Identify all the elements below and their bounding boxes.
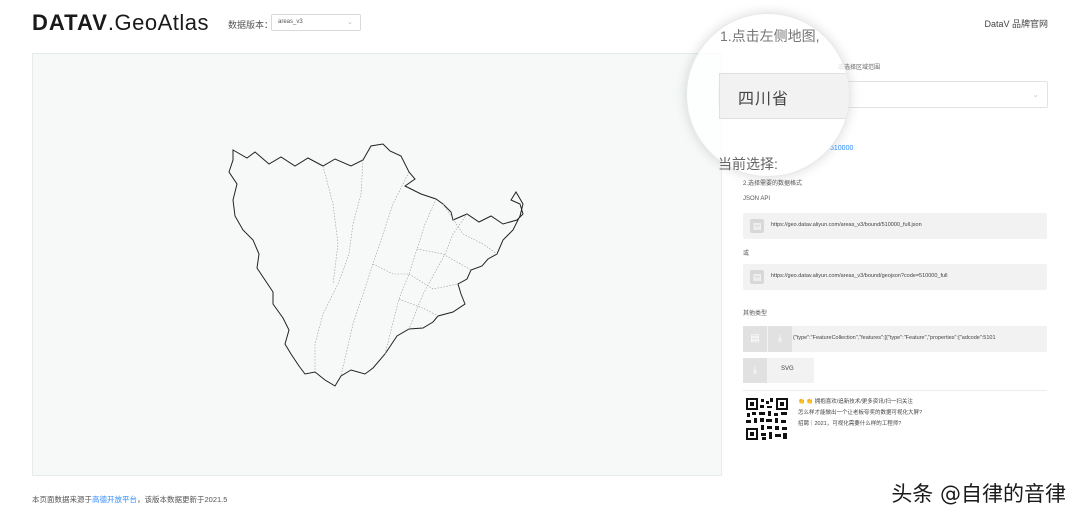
chevron-down-icon: ⌄ (1032, 90, 1039, 99)
json-api-label: JSON API (743, 196, 771, 202)
api-url-2[interactable]: https://geo.datav.aliyun.com/areas_v3/bo… (771, 273, 948, 279)
geojson-preview[interactable]: {"type":"FeatureCollection","features":[… (793, 335, 1045, 341)
divider (743, 390, 1047, 391)
magnified-region-select[interactable]: 四川省 (719, 73, 849, 119)
current-selection-label: 当前选择: (718, 156, 778, 172)
selected-region-text: 四川省 (738, 91, 790, 108)
api-url-row-2[interactable]: ▤ https://geo.datav.aliyun.com/areas_v3/… (743, 264, 1047, 290)
footer-prefix: 本页面数据来源于 (32, 495, 92, 504)
promo-link-2[interactable]: 怎么样才能做出一个让老板夸奖的数据可视化大屏? (798, 408, 922, 416)
download-icon: ⤓ (743, 358, 767, 383)
svg-label: SVG (781, 366, 794, 372)
map-panel[interactable] (32, 53, 722, 476)
file-icon[interactable]: ▤ (750, 270, 764, 284)
region-code-link[interactable]: 510000 (830, 145, 853, 152)
or-label: 或 (743, 251, 750, 257)
prefecture-boundaries (314, 159, 498, 377)
brand-link[interactable]: DataV 品牌官网 (984, 17, 1048, 30)
chevron-down-icon: ⌄ (347, 19, 353, 26)
download-icon[interactable]: ⤓ (768, 326, 792, 352)
version-select-value: areas_v3 (278, 19, 303, 25)
file-icon[interactable]: ▤ (743, 326, 767, 352)
version-label: 数据版本： (228, 20, 274, 30)
file-icon[interactable]: ▤ (750, 219, 764, 233)
promo-line-1: 👏 👏 拥抱喜欢/追新技术/更多资讯/扫一扫关注 (798, 399, 913, 405)
other-types-label: 其他类型 (743, 311, 768, 317)
sichuan-outline[interactable] (228, 143, 524, 387)
api-url-row-1[interactable]: ▤ https://geo.datav.aliyun.com/areas_v3/… (743, 213, 1047, 239)
svg-download-button[interactable]: ⤓ SVG (743, 358, 814, 383)
magnified-step1-text: 1.点击左侧地图, (720, 28, 820, 44)
api-url-1[interactable]: https://geo.datav.aliyun.com/areas_v3/bo… (771, 222, 922, 228)
qr-code-icon (745, 397, 789, 441)
logo[interactable]: DATAV.GeoAtlas (32, 10, 209, 36)
magnifier-overlay: 1.点击左侧地图, 四川省 (686, 13, 850, 177)
amap-link[interactable]: 高德开放平台 (92, 495, 137, 504)
watermark: 头条 @自律的音律 (891, 482, 1066, 506)
promo-link-3[interactable]: 招聘｜2021，可视化需要什么样的工程师? (798, 419, 901, 427)
sichuan-map[interactable] (33, 54, 723, 477)
geojson-row[interactable]: ▤ ⤓ {"type":"FeatureCollection","feature… (743, 326, 1047, 352)
format-label: 2.选择需要的数据格式 (743, 181, 803, 187)
logo-light-text: .GeoAtlas (107, 10, 209, 35)
logo-bold-text: DATAV (32, 10, 108, 35)
footer-suffix: ，该版本数据更新于2021.5 (137, 495, 228, 504)
version-select[interactable]: areas_v3 ⌄ (271, 14, 361, 31)
footer: 本页面数据来源于高德开放平台，该版本数据更新于2021.5 (32, 494, 227, 505)
